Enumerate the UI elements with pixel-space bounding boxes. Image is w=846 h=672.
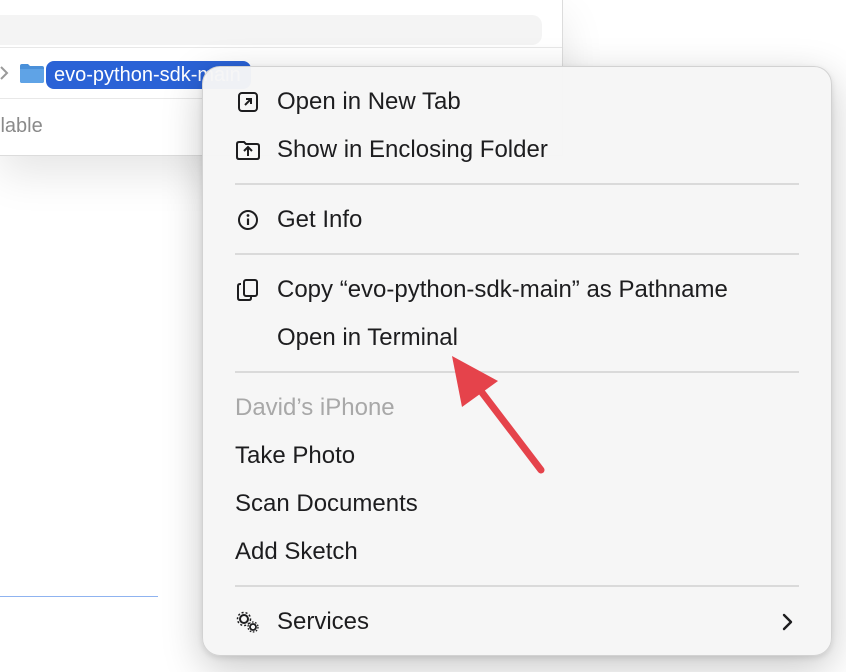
menu-item-label: Take Photo: [235, 442, 356, 469]
menu-item-take-photo[interactable]: Take Photo: [203, 434, 831, 478]
context-menu: Open in New Tab Show in Enclosing Folder…: [202, 66, 832, 656]
menu-item-label: Open in New Tab: [277, 88, 461, 115]
menu-separator: [235, 585, 799, 587]
menu-item-open-in-new-tab[interactable]: Open in New Tab: [203, 80, 831, 124]
menu-item-services[interactable]: Services: [203, 600, 831, 644]
menu-item-show-in-enclosing-folder[interactable]: Show in Enclosing Folder: [203, 128, 831, 172]
menu-item-get-info[interactable]: Get Info: [203, 198, 831, 242]
menu-item-label: Get Info: [277, 206, 363, 233]
menu-separator: [235, 183, 799, 185]
menu-section-header-device: David’s iPhone: [203, 386, 831, 430]
gears-icon: [236, 611, 259, 633]
open-new-tab-icon: [238, 92, 258, 112]
blue-divider: [0, 596, 158, 597]
toolbar-strip: [0, 15, 542, 45]
menu-item-scan-documents[interactable]: Scan Documents: [203, 482, 831, 526]
menu-item-label: Copy “evo-python-sdk-main” as Pathname: [277, 276, 728, 303]
copy-pathname-icon: [237, 279, 258, 301]
menu-item-add-sketch[interactable]: Add Sketch: [203, 530, 831, 574]
menu-separator: [235, 371, 799, 373]
menu-item-copy-as-pathname[interactable]: Copy “evo-python-sdk-main” as Pathname: [203, 268, 831, 312]
menu-item-label: David’s iPhone: [235, 394, 395, 421]
enclosing-folder-icon: [236, 141, 260, 160]
menu-item-label: Add Sketch: [235, 538, 358, 565]
menu-separator: [235, 253, 799, 255]
path-chevron-icon: [0, 66, 9, 80]
status-bar-text: ilable: [0, 115, 43, 137]
menu-item-label: Show in Enclosing Folder: [277, 136, 548, 163]
menu-item-label: Services: [277, 608, 370, 635]
folder-icon: [20, 64, 44, 83]
chevron-right-icon: [782, 613, 793, 631]
info-icon: [238, 210, 258, 230]
menu-item-label: Scan Documents: [235, 490, 418, 517]
menu-item-open-in-terminal[interactable]: Open in Terminal: [203, 316, 831, 360]
menu-item-label: Open in Terminal: [277, 324, 458, 351]
